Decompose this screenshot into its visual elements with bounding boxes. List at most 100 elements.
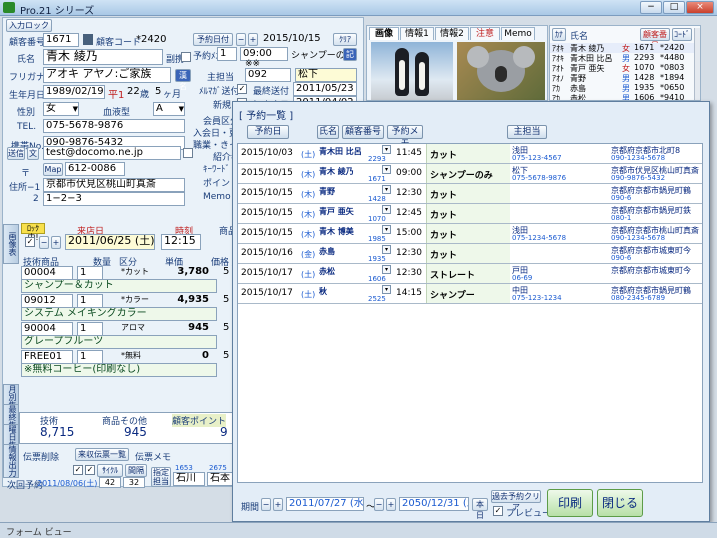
tab-image[interactable]: 画像 bbox=[369, 27, 399, 40]
mail-send-checkbox[interactable]: ✓ bbox=[237, 84, 247, 94]
kana-field[interactable]: アオキ アヤノ:ご家族 bbox=[43, 67, 171, 83]
item-name-field[interactable]: ※無料コーヒー(印刷なし) bbox=[21, 363, 217, 377]
list-item[interactable]: ｱｶ 赤松 男 1606 *9410 bbox=[550, 93, 694, 100]
sort-staff-button[interactable]: 主担当 bbox=[507, 125, 547, 139]
tab-caution[interactable]: 注意 bbox=[470, 27, 500, 40]
reserve-input-button[interactable]: 記 bbox=[343, 48, 357, 61]
row-spin-icon[interactable]: ▾ bbox=[382, 285, 391, 294]
sort-code-button[interactable]: ｺｰﾄﾞ bbox=[672, 28, 692, 41]
table-row[interactable]: 2015/10/15 (木) 青戸 亜矢 1070 ▾ 12:45 カット 京都府京都市鍋見町… bbox=[238, 204, 702, 224]
photo-koala[interactable] bbox=[457, 42, 545, 100]
gender-select[interactable]: 女 ▼ bbox=[43, 102, 79, 116]
blood-select[interactable]: A ▼ bbox=[153, 102, 185, 116]
tab-info2[interactable]: 情報2 bbox=[435, 27, 469, 40]
item-code-field[interactable]: 90004 bbox=[21, 322, 73, 336]
table-row[interactable]: 2015/10/15 (木) 青木 博美 1985 ▾ 15:00 カット 浅田 075-123… bbox=[238, 224, 702, 244]
map-button[interactable]: Map bbox=[43, 163, 63, 176]
staff-code-field[interactable]: 092 bbox=[245, 68, 291, 82]
list-scrollbar[interactable] bbox=[694, 28, 700, 100]
photo-penguins[interactable] bbox=[371, 42, 453, 100]
row-spin-icon[interactable]: ▾ bbox=[382, 185, 391, 194]
item-code-field[interactable]: 09012 bbox=[21, 294, 73, 308]
customer-number-field[interactable]: 1671 bbox=[43, 33, 79, 47]
clear-past-button[interactable]: 過去予約クリア bbox=[491, 490, 541, 512]
staff-b-field[interactable]: 石本 bbox=[207, 472, 233, 486]
list-item[interactable]: ｱｵｷ 青木田 比呂男 2293 *4480 bbox=[550, 53, 694, 63]
sub-mobile-checkbox[interactable] bbox=[181, 52, 191, 62]
close-window-button[interactable]: × bbox=[686, 1, 714, 14]
side-tab-images[interactable]: 画像表 bbox=[3, 224, 19, 264]
lookup-icon[interactable] bbox=[83, 34, 93, 45]
last-send-field[interactable]: 2011/05/23 bbox=[293, 82, 357, 96]
item-code-field[interactable]: 00004 bbox=[21, 266, 73, 280]
visit-time-select[interactable]: 12:15 bbox=[161, 234, 201, 250]
reserve-select[interactable]: 1 bbox=[217, 47, 237, 61]
address1-field[interactable]: 京都市伏見区桃山町真斎 bbox=[43, 178, 185, 192]
close-dialog-button[interactable]: 閉じる bbox=[597, 489, 643, 517]
row-spin-icon[interactable]: ▾ bbox=[382, 225, 391, 234]
sort-number-button[interactable]: 顧客番号 bbox=[342, 125, 384, 139]
cycle-checkbox-a[interactable]: ✓ bbox=[73, 465, 83, 475]
staff-name-field[interactable]: 松下 bbox=[295, 68, 357, 82]
period-to-field[interactable]: 2050/12/31 (土) bbox=[399, 497, 469, 511]
side-tab-output[interactable]: 情報出力 bbox=[3, 444, 19, 478]
from-next-button[interactable]: + bbox=[273, 498, 283, 511]
tab-info1[interactable]: 情報1 bbox=[400, 27, 434, 40]
table-row[interactable]: 2015/10/15 (木) 青野 1428 ▾ 12:30 カット 京都府京都市鍋見町鶴 09… bbox=[238, 184, 702, 204]
period-from-field[interactable]: 2011/07/27 (水) bbox=[286, 497, 364, 511]
minimize-button[interactable]: − bbox=[640, 1, 662, 14]
item-name-field[interactable]: システム メイキングカラー bbox=[21, 307, 217, 321]
mail-send-button[interactable]: 送信 bbox=[7, 147, 25, 160]
row-spin-icon[interactable]: ▾ bbox=[382, 265, 391, 274]
qty-select[interactable]: 1 bbox=[77, 294, 103, 308]
col-kana-header[interactable]: ｶﾅ bbox=[552, 28, 566, 41]
tel-field[interactable]: 075-5678-9876 bbox=[43, 119, 185, 133]
date-prev-button[interactable]: − bbox=[236, 33, 246, 46]
reserve-date-button[interactable]: 予約日付 bbox=[193, 33, 233, 46]
slip-delete-label[interactable]: 伝票削除 bbox=[23, 450, 59, 463]
row-spin-icon[interactable]: ▾ bbox=[382, 165, 391, 174]
zip-field[interactable]: 612-0086 bbox=[65, 162, 125, 176]
qty-select[interactable]: 1 bbox=[77, 350, 103, 364]
tab-memo[interactable]: Memo bbox=[501, 27, 535, 40]
to-next-button[interactable]: + bbox=[386, 498, 396, 511]
today-button[interactable]: 本日 bbox=[472, 498, 488, 520]
input-lock-button[interactable]: 入力ロック bbox=[6, 19, 52, 32]
list-item[interactable]: ｱｶ 赤島男 1935 *0650 bbox=[550, 83, 694, 93]
sort-name-button[interactable]: 氏名 bbox=[317, 125, 339, 139]
maximize-button[interactable]: □ bbox=[663, 1, 685, 14]
list-item[interactable]: ｱｵﾄ 青戸 亜矢女 1070 *0803 bbox=[550, 63, 694, 73]
table-row[interactable]: 2015/10/03 (土) 青木田 比呂 2293 ▾ 11:45 カット 浅田 075-12… bbox=[238, 144, 702, 164]
address2-field[interactable]: 1−2−3 bbox=[43, 192, 185, 206]
table-row[interactable]: 2015/10/16 (金) 赤島 1935 ▾ 12:30 カット 京都府京都市城東町今 09… bbox=[238, 244, 702, 264]
email-field[interactable]: test@docomo.ne.jp bbox=[43, 146, 181, 160]
visit-next-button[interactable]: + bbox=[51, 236, 61, 249]
qty-select[interactable]: 1 bbox=[77, 266, 103, 280]
table-row[interactable]: 2015/10/17 (土) 赤松 1606 ▾ 12:30 ストレート 戸田 06-69 京都府… bbox=[238, 264, 702, 284]
list-item[interactable]: ｱｵﾉ 青野男 1428 *1894 bbox=[550, 73, 694, 83]
list-item[interactable]: ｱｵｷ 青木 綾乃女 1671 *2420 bbox=[550, 43, 694, 53]
email-checkbox[interactable] bbox=[183, 148, 193, 158]
birth-field[interactable]: 1989/02/19 bbox=[43, 85, 105, 99]
row-spin-icon[interactable]: ▾ bbox=[382, 145, 391, 154]
slip-list-button[interactable]: 来収伝票一覧 bbox=[75, 448, 129, 461]
to-prev-button[interactable]: − bbox=[374, 498, 384, 511]
sort-date-button[interactable]: 予約日 bbox=[247, 125, 289, 139]
date-next-button[interactable]: + bbox=[248, 33, 258, 46]
visit-prev-button[interactable]: − bbox=[39, 236, 49, 249]
cycle-button[interactable]: ｻｲｸﾙ bbox=[97, 464, 123, 477]
item-name-field[interactable]: グレープフルーツ bbox=[21, 335, 217, 349]
kanji-name-button[interactable]: 漢名 bbox=[175, 69, 191, 91]
pref-staff-button[interactable]: 指定 担当 bbox=[151, 467, 171, 487]
from-prev-button[interactable]: − bbox=[261, 498, 271, 511]
table-row[interactable]: 2015/10/17 (土) 秋 2525 ▾ 14:15 シャンプー 中田 075-123-1… bbox=[238, 284, 702, 304]
sort-number-button[interactable]: 顧客番号 bbox=[640, 28, 670, 50]
row-spin-icon[interactable]: ▾ bbox=[382, 245, 391, 254]
interval-button[interactable]: 間隔 bbox=[125, 464, 147, 477]
sort-memo-button[interactable]: 予約メモ bbox=[387, 125, 423, 149]
preview-checkbox[interactable]: ✓ bbox=[493, 506, 503, 516]
print-button[interactable]: 印刷 bbox=[547, 489, 593, 517]
visit-checkbox[interactable]: ✓ bbox=[25, 237, 35, 247]
visit-date-field[interactable]: 2011/06/25 (土) bbox=[65, 234, 155, 250]
row-spin-icon[interactable]: ▾ bbox=[382, 205, 391, 214]
